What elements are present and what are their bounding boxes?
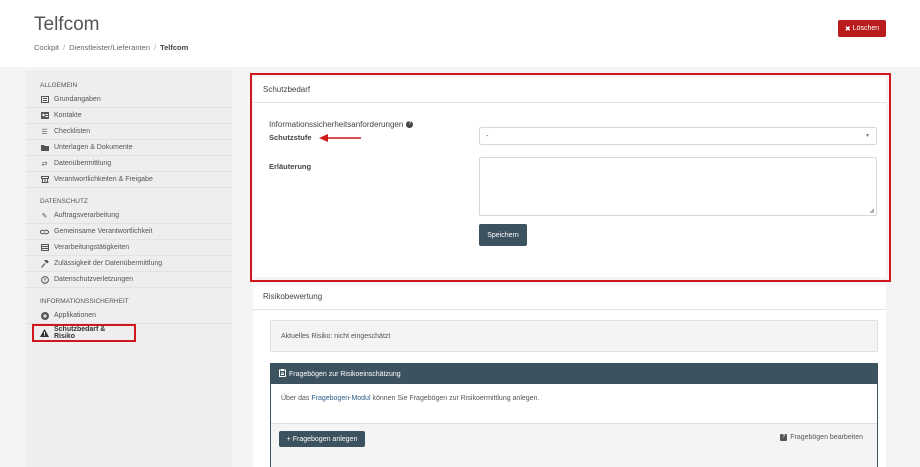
handshake-icon — [40, 227, 49, 236]
sidebar-heading-allgemein: ALLGEMEIN — [40, 82, 78, 89]
checklist-icon: ☰ — [41, 128, 48, 136]
risikobewertung-card: Risikobewertung Aktuelles Risiko: nicht … — [253, 284, 886, 467]
breadcrumb-dienstleister[interactable]: Dienstleister/Lieferanten — [69, 43, 150, 52]
section-title: Informationssicherheitsanforderungen? — [269, 120, 414, 129]
add-questionnaire-button[interactable]: + Fragebogen anlegen — [279, 431, 365, 447]
sidebar-item-datenschutzverletzungen[interactable]: Datenschutzverletzungen — [26, 272, 232, 288]
sidebar-item-label: Zulässigkeit der Datenübermittlung — [54, 260, 163, 267]
annotation-arrow-icon — [319, 134, 361, 142]
sidebar-item-label: Kontakte — [54, 112, 82, 119]
sidebar: ALLGEMEIN Grundangaben Kontakte ☰ Checkl… — [26, 70, 232, 467]
body-text-suffix: können Sie Fragebögen zur Risikoermittlu… — [372, 395, 540, 402]
sidebar-item-verantwortlichkeiten[interactable]: Verantwortlichkeiten & Freigabe — [26, 172, 232, 188]
plus-circle-icon — [40, 311, 49, 320]
breadcrumb-separator: / — [63, 43, 66, 52]
question-square-icon: ? — [780, 434, 788, 441]
erlaeuterung-label: Erläuterung — [269, 162, 312, 171]
plus-icon: + — [286, 435, 291, 443]
sidebar-heading-informationssicherheit: INFORMATIONSSICHERHEIT — [40, 298, 129, 305]
edit-questionnaires-label: Fragebögen bearbeiten — [790, 434, 863, 441]
sidebar-item-label: Grundangaben — [54, 96, 101, 103]
gavel-icon — [40, 259, 49, 268]
sidebar-item-label: Unterlagen & Dokumente — [54, 144, 133, 151]
sidebar-item-label: Datenübermittlung — [54, 160, 112, 167]
chevron-down-icon: ▼ — [865, 133, 870, 139]
close-icon: ✖ — [844, 25, 851, 33]
add-questionnaire-label: Fragebogen anlegen — [292, 435, 358, 443]
sidebar-item-schutzbedarf-risiko[interactable]: Schutzbedarf & Risiko — [32, 324, 136, 342]
sidebar-item-label: Applikationen — [54, 312, 97, 319]
sidebar-item-datenuebermittlung[interactable]: ⇄ Datenübermittlung — [26, 156, 232, 172]
warning-icon — [40, 329, 49, 338]
sidebar-item-kontakte[interactable]: Kontakte — [26, 108, 232, 124]
delete-button-label: Löschen — [852, 25, 880, 32]
questionnaire-panel-title: Fragebögen zur Risikoeinschätzung — [289, 370, 401, 378]
sidebar-item-label: Verarbeitungstätigkeiten — [54, 244, 130, 251]
card-header-schutzbedarf: Schutzbedarf — [253, 77, 886, 103]
schutzstufe-select-value: - — [486, 132, 489, 140]
fragebogen-modul-link[interactable]: Fragebogen-Modul — [311, 395, 370, 402]
alert-circle-icon — [40, 275, 49, 284]
sidebar-item-label: Checklisten — [54, 128, 91, 135]
sidebar-item-label: Auftragsverarbeitung — [54, 212, 119, 219]
sidebar-item-grundangaben[interactable]: Grundangaben — [26, 92, 232, 108]
help-icon[interactable]: ? — [406, 121, 414, 128]
body-text-prefix: Über das — [281, 395, 310, 402]
clipboard-icon — [279, 369, 286, 379]
questionnaire-panel-footer: + Fragebogen anlegen ? Fragebögen bearbe… — [271, 423, 877, 467]
sidebar-item-gemeinsame-verantwortlichkeit[interactable]: Gemeinsame Verantwortlichkeit — [26, 224, 232, 240]
sitemap-icon — [40, 175, 49, 184]
sidebar-item-unterlagen[interactable]: Unterlagen & Dokumente — [26, 140, 232, 156]
sidebar-item-checklisten[interactable]: ☰ Checklisten — [26, 124, 232, 140]
schutzstufe-label: Schutzstufe — [269, 133, 312, 142]
delete-button[interactable]: ✖ Löschen — [838, 20, 886, 37]
questionnaire-panel-body: Über das Fragebogen-Modul können Sie Fra… — [271, 384, 877, 413]
id-card-icon — [40, 111, 49, 120]
edit-icon: ✎ — [41, 212, 48, 220]
sidebar-item-label: Gemeinsame Verantwortlichkeit — [54, 228, 153, 235]
main-content: Schutzbedarf Informationssicherheitsanfo… — [247, 70, 897, 467]
sidebar-item-applikationen[interactable]: Applikationen — [26, 308, 232, 324]
schutzstufe-select[interactable]: - ▼ — [479, 127, 877, 145]
exchange-icon: ⇄ — [41, 160, 48, 168]
sidebar-item-label: Schutzbedarf & Risiko — [54, 326, 106, 340]
breadcrumb-cockpit[interactable]: Cockpit — [34, 43, 59, 52]
sidebar-item-zulaessigkeit[interactable]: Zulässigkeit der Datenübermittlung — [26, 256, 232, 272]
questionnaire-panel: Fragebögen zur Risikoeinschätzung Über d… — [270, 363, 878, 467]
sidebar-item-label: Datenschutzverletzungen — [54, 276, 133, 283]
breadcrumb: Cockpit / Dienstleister/Lieferanten / Te… — [34, 43, 188, 52]
save-button[interactable]: Speichern — [479, 224, 527, 246]
sidebar-item-label: Verantwortlichkeiten & Freigabe — [54, 176, 153, 183]
schutzbedarf-card: Schutzbedarf Informationssicherheitsanfo… — [253, 77, 886, 277]
sidebar-item-auftragsverarbeitung[interactable]: ✎ Auftragsverarbeitung — [26, 208, 232, 224]
sidebar-heading-datenschutz: DATENSCHUTZ — [40, 198, 88, 205]
breadcrumb-separator: / — [154, 43, 157, 52]
resize-handle-icon[interactable]: ◢ — [869, 207, 874, 214]
breadcrumb-current: Telfcom — [160, 43, 189, 52]
sidebar-item-verarbeitungstaetigkeiten[interactable]: Verarbeitungstätigkeiten — [26, 240, 232, 256]
page-title: Telfcom — [34, 14, 100, 35]
questionnaire-panel-header: Fragebögen zur Risikoeinschätzung — [271, 364, 877, 384]
list-card-icon — [40, 95, 49, 104]
edit-questionnaires-link[interactable]: ? Fragebögen bearbeiten — [780, 434, 863, 441]
card-header-risikobewertung: Risikobewertung — [253, 284, 886, 310]
table-icon — [40, 243, 49, 252]
section-title-text: Informationssicherheitsanforderungen — [269, 120, 404, 129]
current-risk-box: Aktuelles Risiko: nicht eingeschätzt — [270, 320, 878, 352]
erlaeuterung-textarea[interactable]: ◢ — [479, 157, 877, 216]
folder-icon — [40, 143, 49, 152]
